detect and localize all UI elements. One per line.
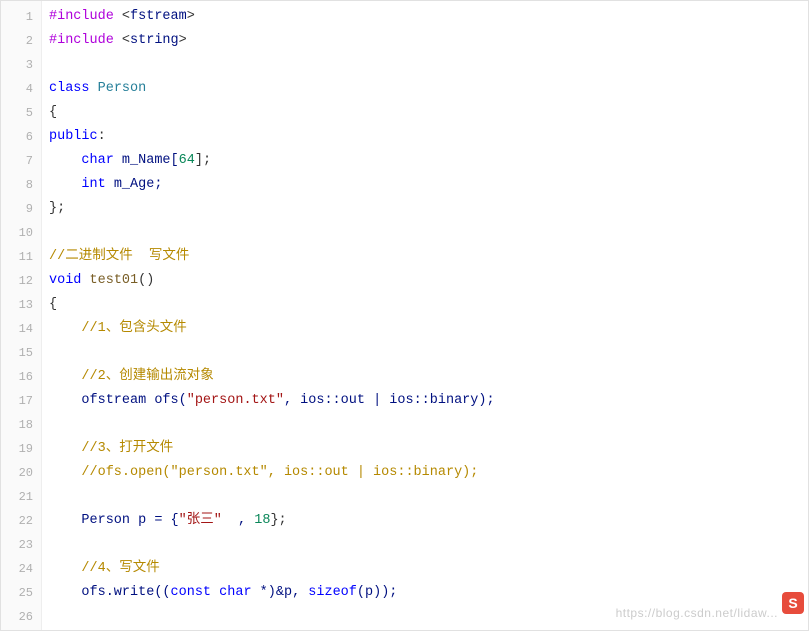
code-line[interactable] (49, 533, 808, 557)
line-number-gutter: 1234567891011121314151617181920212223242… (1, 1, 42, 631)
line-number: 3 (1, 53, 41, 77)
code-line[interactable]: int m_Age; (49, 173, 808, 197)
line-number: 7 (1, 149, 41, 173)
line-number: 12 (1, 269, 41, 293)
code-editor[interactable]: 1234567891011121314151617181920212223242… (0, 0, 809, 631)
code-line[interactable] (49, 53, 808, 77)
code-line[interactable]: //3、打开文件 (49, 437, 808, 461)
line-number: 26 (1, 605, 41, 629)
code-line[interactable]: { (49, 101, 808, 125)
line-number: 21 (1, 485, 41, 509)
code-line[interactable]: //ofs.open("person.txt", ios::out | ios:… (49, 461, 808, 485)
code-line[interactable]: char m_Name[64]; (49, 149, 808, 173)
code-line[interactable] (49, 341, 808, 365)
line-number: 11 (1, 245, 41, 269)
line-number: 24 (1, 557, 41, 581)
line-number: 8 (1, 173, 41, 197)
code-line[interactable]: { (49, 293, 808, 317)
code-line[interactable]: ofstream ofs("person.txt", ios::out | io… (49, 389, 808, 413)
line-number: 9 (1, 197, 41, 221)
code-line[interactable]: public: (49, 125, 808, 149)
line-number: 1 (1, 5, 41, 29)
line-number: 25 (1, 581, 41, 605)
code-line[interactable]: class Person (49, 77, 808, 101)
line-number: 15 (1, 341, 41, 365)
line-number: 13 (1, 293, 41, 317)
code-line[interactable]: //4、写文件 (49, 557, 808, 581)
watermark-text: https://blog.csdn.net/lidaw... (616, 606, 778, 620)
code-line[interactable] (49, 413, 808, 437)
code-area[interactable]: #include <fstream>#include <string> class… (49, 1, 808, 629)
code-line[interactable] (49, 485, 808, 509)
code-line[interactable]: #include <string> (49, 29, 808, 53)
line-number: 16 (1, 365, 41, 389)
code-line[interactable]: //二进制文件 写文件 (49, 245, 808, 269)
csdn-badge-icon: S (782, 592, 804, 614)
code-line[interactable]: //1、包含头文件 (49, 317, 808, 341)
line-number: 14 (1, 317, 41, 341)
line-number: 6 (1, 125, 41, 149)
line-number: 2 (1, 29, 41, 53)
line-number: 5 (1, 101, 41, 125)
line-number: 22 (1, 509, 41, 533)
code-line[interactable]: //2、创建输出流对象 (49, 365, 808, 389)
line-number: 23 (1, 533, 41, 557)
line-number: 18 (1, 413, 41, 437)
code-line[interactable]: void test01() (49, 269, 808, 293)
code-line[interactable]: }; (49, 197, 808, 221)
code-line[interactable]: #include <fstream> (49, 5, 808, 29)
line-number: 4 (1, 77, 41, 101)
line-number: 19 (1, 437, 41, 461)
code-line[interactable] (49, 221, 808, 245)
code-line[interactable]: Person p = {"张三" , 18}; (49, 509, 808, 533)
line-number: 10 (1, 221, 41, 245)
code-line[interactable]: ofs.write((const char *)&p, sizeof(p)); (49, 581, 808, 605)
line-number: 20 (1, 461, 41, 485)
line-number: 17 (1, 389, 41, 413)
